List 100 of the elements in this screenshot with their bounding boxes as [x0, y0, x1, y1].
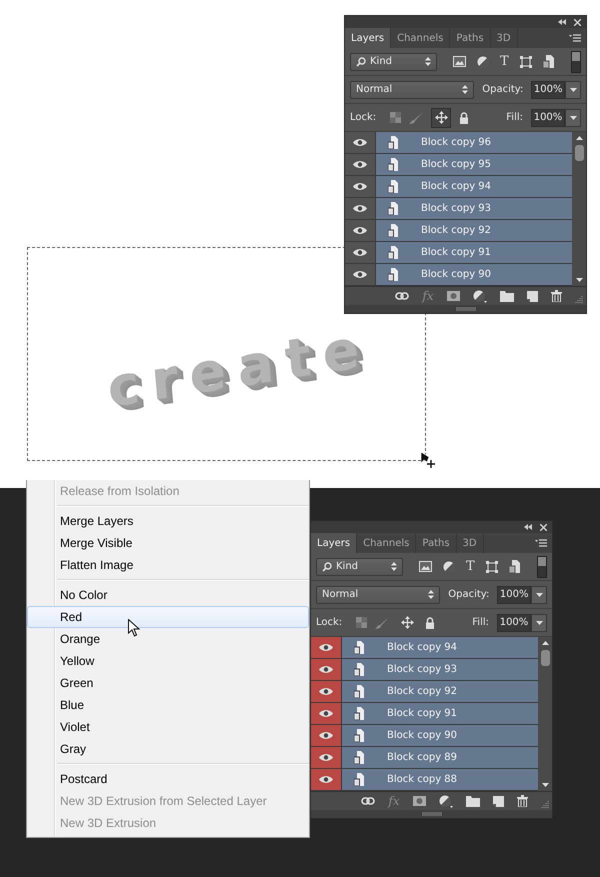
trash-icon[interactable]: [516, 795, 528, 807]
scroll-down-icon[interactable]: [576, 278, 582, 282]
filter-dropdown[interactable]: Kind: [316, 558, 403, 576]
type-filter-button[interactable]: T: [466, 559, 475, 574]
layer-row[interactable]: Block copy 89: [342, 747, 538, 768]
fill-field[interactable]: 100%: [531, 108, 565, 126]
half-circle-icon[interactable]: [472, 290, 487, 302]
visibility-toggle[interactable]: [311, 659, 342, 680]
menu-item[interactable]: Flatten Image: [27, 554, 309, 576]
opacity-dropdown-button[interactable]: [565, 80, 582, 98]
scroll-up-icon[interactable]: [542, 641, 548, 645]
opacity-field[interactable]: 100%: [497, 586, 532, 604]
half-circle-icon[interactable]: [438, 794, 453, 808]
drag-handle-icon[interactable]: [456, 307, 476, 311]
document-icon[interactable]: [508, 560, 520, 573]
filter-toggle[interactable]: [571, 50, 581, 72]
fill-dropdown-button[interactable]: [531, 614, 547, 632]
scroll-up-icon[interactable]: [576, 136, 582, 140]
caret-icon: [536, 620, 542, 624]
image-icon[interactable]: [453, 56, 466, 67]
half-circle-icon[interactable]: [443, 560, 455, 572]
resize-grip-icon[interactable]: [575, 295, 583, 303]
scroll-down-icon[interactable]: [542, 783, 548, 787]
scrollbar[interactable]: [538, 637, 552, 791]
panel-tab[interactable]: Layers: [311, 533, 358, 553]
transform-icon[interactable]: [486, 560, 498, 572]
document-icon[interactable]: [542, 55, 554, 68]
checkerboard-icon[interactable]: [356, 617, 368, 628]
layer-row[interactable]: Block copy 95: [376, 154, 572, 175]
layer-row[interactable]: Block copy 91: [376, 242, 572, 263]
drag-handle-icon[interactable]: [422, 812, 442, 816]
visibility-toggle[interactable]: [311, 747, 342, 768]
layer-row[interactable]: Block copy 93: [376, 198, 572, 219]
panel-menu-icon[interactable]: [569, 34, 581, 42]
smart-object-icon: [388, 268, 398, 281]
type-filter-button[interactable]: T: [500, 54, 509, 69]
visibility-toggle[interactable]: [311, 725, 342, 746]
mask-icon[interactable]: [446, 291, 460, 301]
blend-mode-dropdown[interactable]: Normal: [350, 80, 474, 98]
collapse-icon[interactable]: [524, 524, 532, 530]
panel-menu-icon[interactable]: [535, 539, 547, 547]
menu-item[interactable]: No Color: [27, 584, 309, 606]
menu-item[interactable]: Postcard: [27, 768, 309, 790]
layer-row[interactable]: Block copy 91: [342, 703, 538, 724]
image-icon[interactable]: [419, 561, 432, 572]
padlock-icon[interactable]: [425, 616, 436, 628]
filter-dropdown[interactable]: Kind: [350, 52, 437, 70]
link-icon[interactable]: [361, 797, 376, 805]
visibility-toggle[interactable]: [311, 703, 342, 724]
effects-button[interactable]: fx: [422, 289, 434, 303]
transform-icon[interactable]: [520, 56, 532, 68]
half-circle-icon[interactable]: [477, 56, 489, 68]
menu-item[interactable]: Violet: [27, 716, 309, 738]
new-layer-icon[interactable]: [526, 290, 538, 302]
menu-item[interactable]: Green: [27, 672, 309, 694]
menu-item[interactable]: Gray: [27, 738, 309, 760]
panel-tab[interactable]: Layers: [345, 28, 392, 48]
resize-grip-icon[interactable]: [541, 800, 549, 808]
layer-row[interactable]: Block copy 90: [342, 725, 538, 746]
menu-item[interactable]: Red: [27, 606, 309, 628]
layer-row[interactable]: Block copy 88: [342, 769, 538, 790]
checkerboard-icon[interactable]: [390, 112, 402, 123]
mask-icon[interactable]: [412, 796, 426, 806]
visibility-toggle[interactable]: [311, 681, 342, 702]
layer-row[interactable]: Block copy 92: [342, 681, 538, 702]
fill-field[interactable]: 100%: [497, 614, 531, 632]
layer-row[interactable]: Block copy 92: [376, 220, 572, 241]
layer-row[interactable]: Block copy 94: [342, 637, 538, 658]
close-icon[interactable]: [574, 18, 581, 26]
eye-icon: [353, 204, 367, 213]
menu-item[interactable]: Merge Visible: [27, 532, 309, 554]
menu-item[interactable]: Merge Layers: [27, 510, 309, 532]
lock-position-button[interactable]: [431, 108, 452, 128]
filter-toggle[interactable]: [537, 556, 547, 578]
layer-row[interactable]: Block copy 94: [376, 176, 572, 197]
menu-item[interactable]: Yellow: [27, 650, 309, 672]
menu-item[interactable]: Orange: [27, 628, 309, 650]
blend-mode-dropdown[interactable]: Normal: [316, 586, 440, 604]
opacity-dropdown-button[interactable]: [531, 586, 548, 604]
close-icon[interactable]: [540, 524, 547, 530]
folder-icon[interactable]: [500, 290, 514, 302]
effects-button[interactable]: fx: [388, 794, 400, 808]
link-icon[interactable]: [395, 292, 410, 300]
opacity-field[interactable]: 100%: [531, 80, 566, 98]
layer-row[interactable]: Block copy 93: [342, 659, 538, 680]
collapse-icon[interactable]: [558, 19, 566, 25]
folder-icon[interactable]: [466, 796, 480, 806]
new-layer-icon[interactable]: [492, 796, 504, 806]
padlock-icon[interactable]: [459, 112, 470, 124]
smart-object-icon: [354, 707, 364, 720]
trash-icon[interactable]: [550, 290, 562, 302]
fill-dropdown-button[interactable]: [565, 108, 581, 126]
layer-row[interactable]: Block copy 96: [376, 132, 572, 153]
scroll-thumb[interactable]: [574, 145, 584, 161]
menu-item[interactable]: Blue: [27, 694, 309, 716]
scroll-thumb[interactable]: [540, 650, 550, 666]
scrollbar[interactable]: [572, 132, 586, 286]
visibility-toggle[interactable]: [311, 637, 342, 658]
visibility-toggle[interactable]: [311, 769, 342, 790]
layer-row[interactable]: Block copy 90: [376, 264, 572, 285]
